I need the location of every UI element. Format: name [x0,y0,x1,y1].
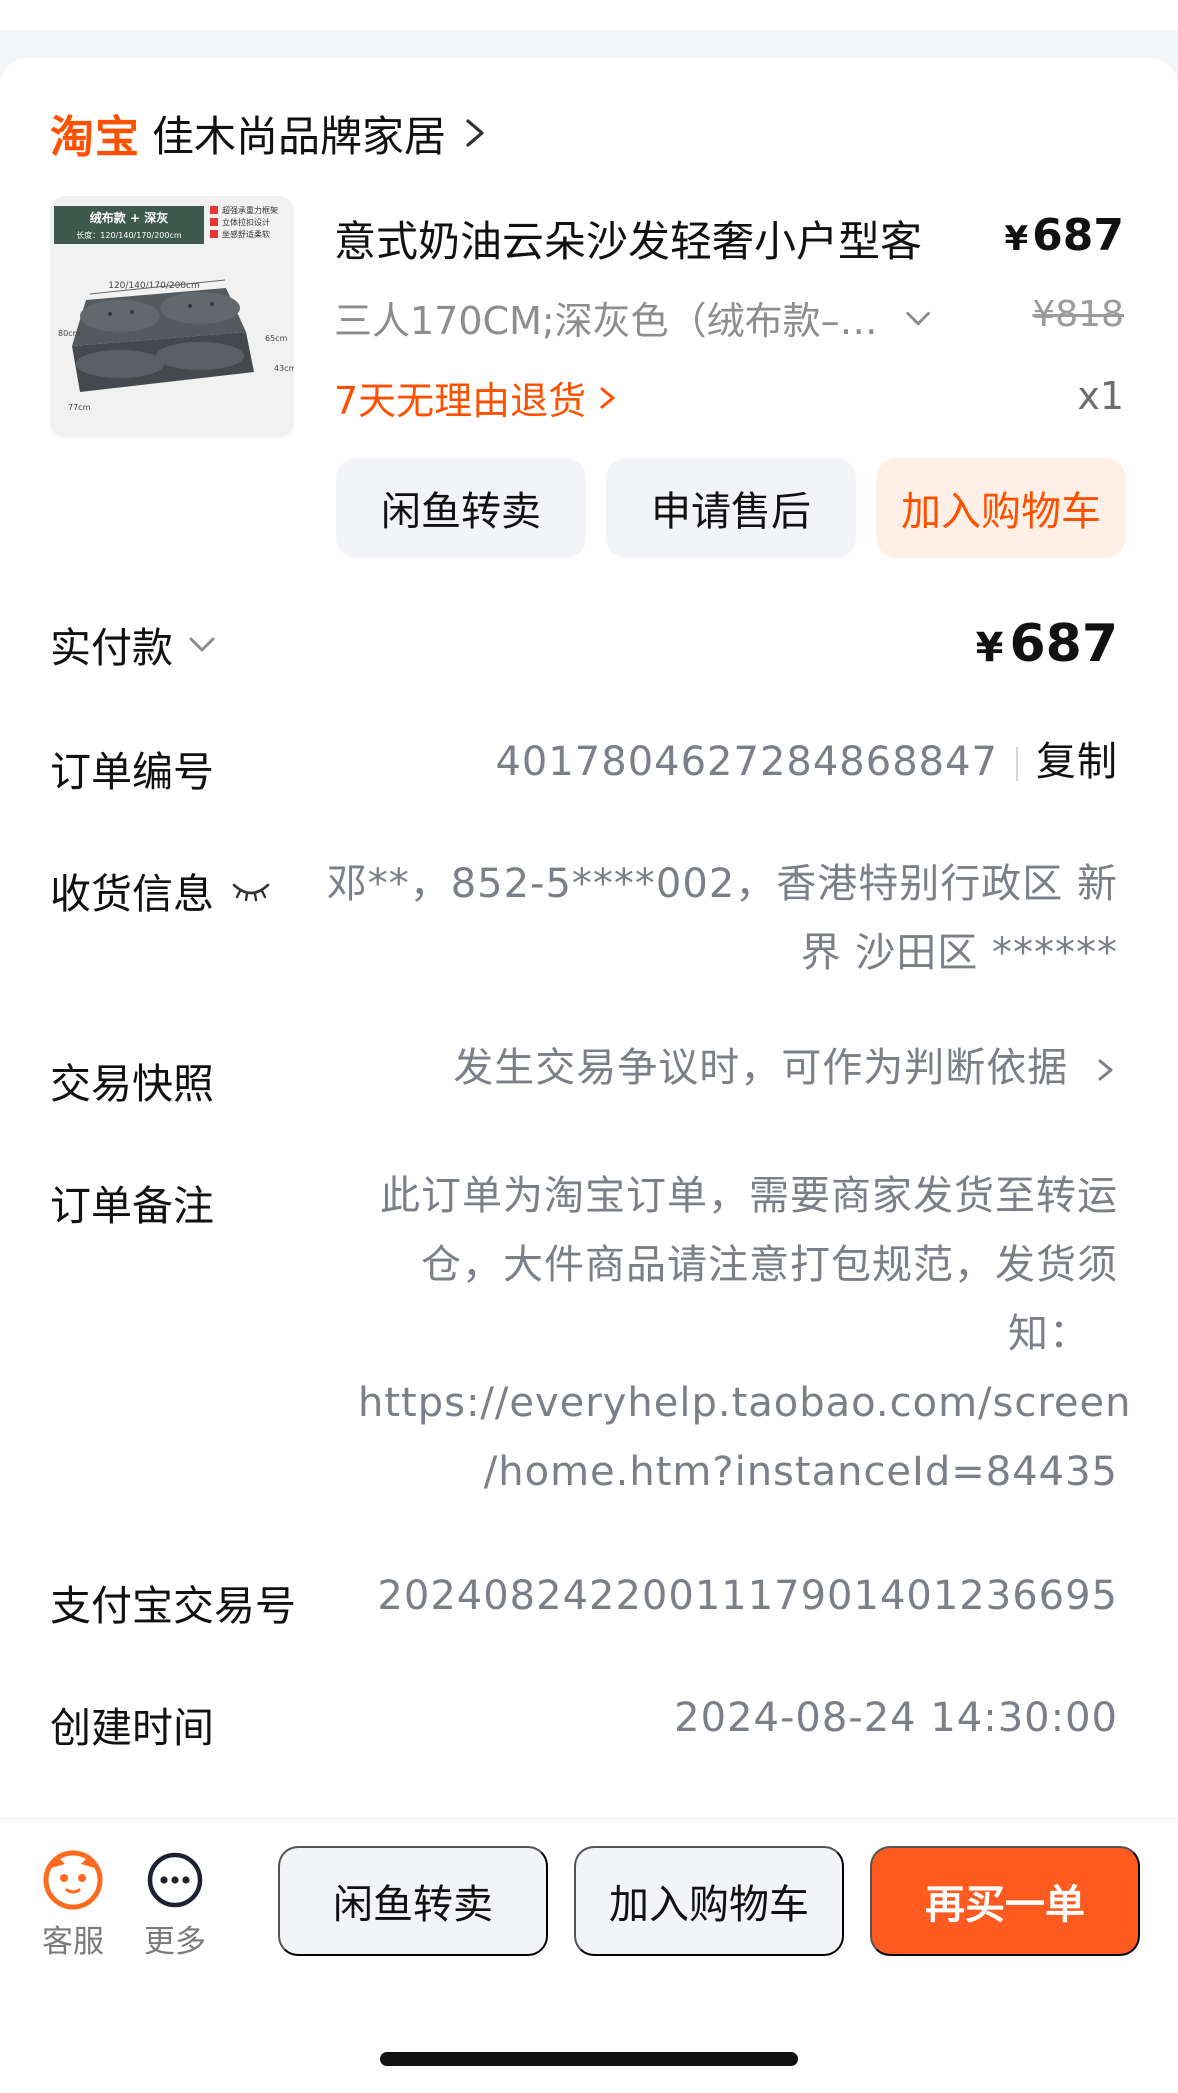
thumb-size: 长度：120/140/170/200cm [76,230,182,240]
add-to-cart-button[interactable]: 加入购物车 [876,458,1126,558]
bottom-resell-button[interactable]: 闲鱼转卖 [278,1846,548,1956]
return-policy-text: 7天无理由退货 [334,379,587,423]
thumb-banner: 绒布款 + 深灰 [90,210,168,225]
original-price: ¥818 [1032,294,1124,335]
shipping-label-row: 收货信息 [50,860,272,920]
resell-button[interactable]: 闲鱼转卖 [336,458,586,558]
price-symbol: ¥ [1004,219,1029,259]
shop-name[interactable]: 佳木尚品牌家居 [152,103,446,164]
order-detail-page: 淘宝 佳木尚品牌家居 绒布款 + 深灰 长度：120/140/170/200cm… [0,0,1178,2093]
chevron-down-icon [189,637,215,652]
more-icon [147,1852,203,1908]
paid-symbol: ¥ [975,625,1004,671]
shipping-label: 收货信息 [50,870,214,918]
remark-line-1: 此订单为淘宝订单，需要商家发货至转运 [380,1173,1118,1219]
alipay-label: 支付宝交易号 [50,1582,296,1630]
paid-label: 实付款 [50,624,173,672]
taobao-logo: 淘宝 [50,112,140,163]
created-time: 2024-08-24 14:30:00 [674,1695,1118,1741]
shipping-line-1: 邓**，852-5****002，香港特别行政区 新 [326,861,1118,907]
thumb-feature-3: 坐感舒适柔软 [222,229,270,239]
return-policy-link[interactable]: 7天无理由退货 [334,370,620,425]
created-time-label: 创建时间 [50,1704,214,1752]
remark-text: 此订单为淘宝订单，需要商家发货至转运 仓，大件商品请注意打包规范，发货须 知： … [358,1162,1131,1507]
remark-line-2: 仓，大件商品请注意打包规范，发货须 [421,1242,1118,1288]
product-action-row: 闲鱼转卖 申请售后 加入购物车 [336,458,1126,558]
product-sku[interactable]: 三人170CM;深灰色（绒布款–亲... [334,290,934,345]
thumb-feature-2: 立体拉扣设计 [222,217,270,227]
sku-text: 三人170CM;深灰色（绒布款–亲... [334,299,884,343]
shipping-info: 邓**，852-5****002，香港特别行政区 新 界 沙田区 ****** [318,850,1118,988]
chevron-right-icon [466,119,484,147]
chevron-right-icon [1098,1059,1113,1081]
product-title[interactable]: 意式奶油云朵沙发轻奢小户型客 [334,208,922,269]
top-strip [0,0,1178,30]
chevron-down-icon [906,311,930,325]
divider [1016,747,1018,781]
after-sale-button[interactable]: 申请售后 [606,458,856,558]
thumb-length: 120/140/170/200cm [108,281,200,291]
product-quantity: x1 [1077,374,1124,418]
more-label: 更多 [144,1924,206,1960]
buy-again-button[interactable]: 再买一单 [870,1846,1140,1956]
thumb-bottom: 77cm [68,403,91,412]
service-mascot-icon [43,1850,103,1910]
chevron-right-icon [600,387,615,408]
shop-header[interactable]: 淘宝 佳木尚品牌家居 [50,106,492,163]
bottom-add-to-cart-button[interactable]: 加入购物车 [574,1846,844,1956]
more-button[interactable]: 更多 [130,1848,220,1961]
snapshot-text: 发生交易争议时，可作为判断依据 [453,1045,1069,1091]
product-price: ¥687 [1004,210,1124,261]
remark-label: 订单备注 [50,1182,214,1230]
thumb-depth: 65cm [265,334,288,343]
thumb-height: 80cm [58,329,81,338]
thumb-side: 43cm [274,364,294,373]
paid-amount: ¥687 [976,614,1118,674]
remark-link-1[interactable]: https://everyhelp.taobao.com/screen [358,1369,1131,1438]
home-indicator[interactable] [380,2052,798,2066]
paid-value: 687 [1009,614,1118,674]
snapshot-link[interactable]: 发生交易争议时，可作为判断依据 [453,1034,1118,1103]
customer-service-button[interactable]: 客服 [28,1848,118,1961]
product-thumbnail[interactable]: 绒布款 + 深灰 长度：120/140/170/200cm 超强承重力框架 立体… [50,196,294,438]
paid-row-toggle[interactable]: 实付款 [50,614,219,674]
snapshot-label: 交易快照 [50,1060,214,1108]
copy-button[interactable]: 复制 [1036,739,1118,785]
remark-link-2[interactable]: /home.htm?instanceId=84435 [358,1438,1118,1507]
order-number-label: 订单编号 [50,748,214,796]
service-label: 客服 [42,1924,104,1960]
remark-line-3: 知： [1008,1311,1090,1357]
shipping-line-2: 界 沙田区 ****** [800,930,1118,976]
order-number: 4017804627284868847 [495,739,998,785]
sofa-image: 绒布款 + 深灰 长度：120/140/170/200cm 超强承重力框架 立体… [50,196,294,438]
order-number-row: 4017804627284868847 复制 [495,728,1118,797]
eye-closed-icon[interactable] [230,877,272,903]
thumb-feature-1: 超强承重力框架 [222,205,278,215]
alipay-number: 2024082422001117901401236695 [377,1573,1118,1619]
price-value: 687 [1032,210,1124,261]
